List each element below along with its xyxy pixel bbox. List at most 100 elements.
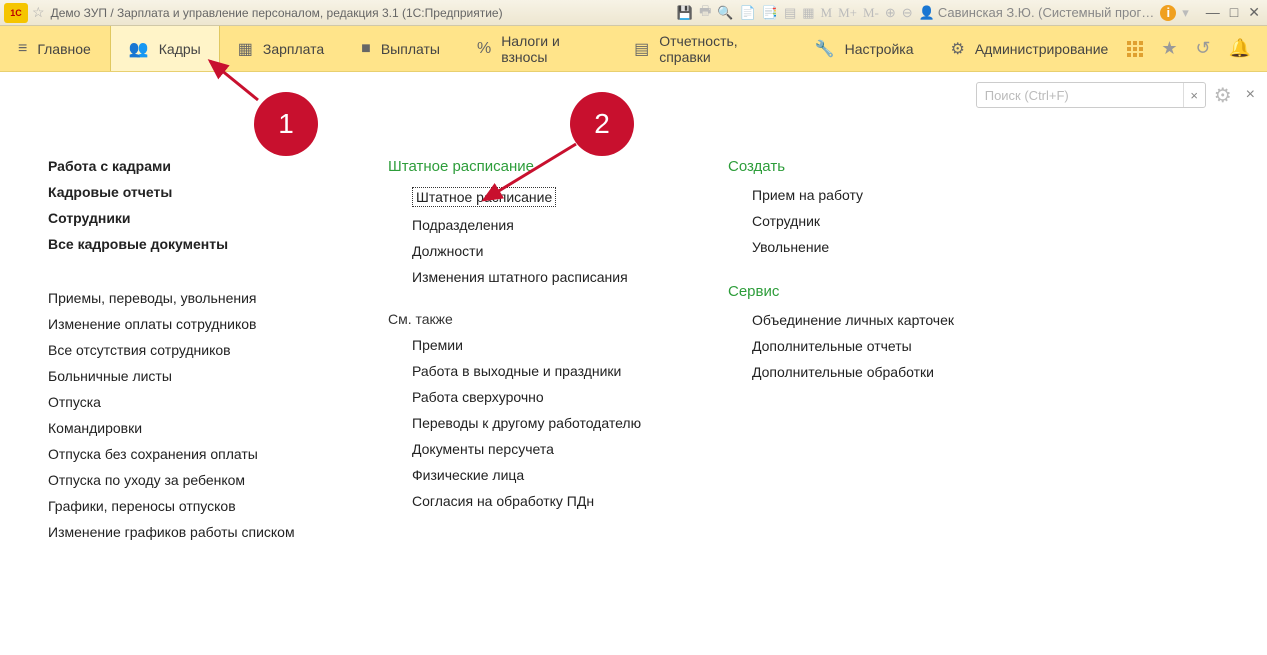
search-box[interactable]: × [976, 82, 1206, 108]
report-icon: ▤ [634, 39, 649, 59]
link-rabota-sverkhurochno[interactable]: Работа сверхурочно [412, 389, 648, 405]
link-priem-na-rabotu[interactable]: Прием на работу [752, 187, 1008, 203]
wrench-icon: 🔧 [815, 39, 835, 59]
menu-label: Выплаты [381, 41, 440, 57]
people-icon: 👥 [129, 39, 149, 59]
section-head-servis: Сервис [728, 283, 1008, 300]
m-plus-icon[interactable]: M+ [838, 5, 857, 21]
copy-icon[interactable]: 📄 [740, 5, 756, 21]
menu-label: Администрирование [975, 41, 1109, 57]
star-icon[interactable]: ★ [1161, 38, 1177, 59]
link-shtatnoe-raspisanie[interactable]: Штатное расписание [412, 187, 648, 207]
panel-close-button[interactable]: × [1246, 86, 1255, 104]
menu-main[interactable]: ≡ Главное [0, 26, 110, 71]
link-otpuska[interactable]: Отпуска [48, 394, 308, 410]
menu-nalogi[interactable]: % Налоги и взносы [459, 26, 616, 71]
preview-icon[interactable]: 🔍 [717, 5, 733, 21]
link-priemy-perevody[interactable]: Приемы, переводы, увольнения [48, 290, 308, 306]
dropdown-icon[interactable]: ▾ [1182, 5, 1189, 21]
link-rabota-s-kadrami[interactable]: Работа с кадрами [48, 158, 308, 174]
user-icon: 👤 [919, 5, 935, 21]
m-icon[interactable]: M [821, 5, 833, 21]
column-kadry-links: Работа с кадрами Кадровые отчеты Сотрудн… [48, 158, 308, 550]
link-soglasiya-pdn[interactable]: Согласия на обработку ПДн [412, 493, 648, 509]
link-dop-obrabotki[interactable]: Дополнительные обработки [752, 364, 1008, 380]
print-icon[interactable]: 🖶 [699, 2, 711, 24]
link-dop-otchety[interactable]: Дополнительные отчеты [752, 338, 1008, 354]
zoom-in-icon[interactable]: ⊕ [885, 5, 896, 21]
info-icon[interactable]: i [1160, 5, 1176, 21]
annotation-callout-2: 2 [570, 92, 634, 156]
link-izmenenie-grafikov[interactable]: Изменение графиков работы списком [48, 524, 308, 540]
link-dokumenty-persucheta[interactable]: Документы персучета [412, 441, 648, 457]
menu-label: Кадры [159, 41, 201, 57]
link-otpuska-bez-oplaty[interactable]: Отпуска без сохранения оплаты [48, 446, 308, 462]
maximize-button[interactable]: □ [1227, 4, 1241, 21]
link-任何-podrazdeleniya[interactable]: Подразделения [412, 217, 648, 233]
menu-otchetnost[interactable]: ▤ Отчетность, справки [616, 26, 797, 71]
link-dolzhnosti[interactable]: Должности [412, 243, 648, 259]
menu-kadry[interactable]: 👥 Кадры [110, 26, 220, 71]
link-vse-kadrovye-dokumenty[interactable]: Все кадровые документы [48, 236, 308, 252]
menu-admin[interactable]: ⚙ Администрирование [933, 26, 1128, 71]
link-premii[interactable]: Премии [412, 337, 648, 353]
search-row: × ⚙ × [0, 72, 1267, 108]
menu-vyplaty[interactable]: ■ Выплаты [343, 26, 459, 71]
user-name-label: Савинская З.Ю. (Системный прог… [938, 5, 1154, 20]
section-head-shtatnoe: Штатное расписание [388, 158, 648, 175]
menu-label: Настройка [845, 41, 914, 57]
settings-gear-icon[interactable]: ⚙ [1214, 83, 1232, 108]
search-clear-button[interactable]: × [1183, 83, 1205, 107]
section-head-sm-takzhe: См. также [388, 311, 648, 327]
menu-label: Отчетность, справки [659, 33, 777, 65]
save-icon[interactable]: 💾 [677, 5, 693, 21]
bell-icon[interactable]: 🔔 [1229, 38, 1251, 59]
history-icon[interactable]: ↺ [1195, 38, 1210, 59]
link-rabota-vyhodnye[interactable]: Работа в выходные и праздники [412, 363, 648, 379]
main-menu: ≡ Главное 👥 Кадры ▦ Зарплата ■ Выплаты %… [0, 26, 1267, 72]
titlebar: 1C ☆ Демо ЗУП / Зарплата и управление пе… [0, 0, 1267, 26]
gear-icon: ⚙ [951, 39, 965, 59]
menu-label: Зарплата [263, 41, 324, 57]
link-komandirovki[interactable]: Командировки [48, 420, 308, 436]
annotation-callout-1: 1 [254, 92, 318, 156]
link-grafiki-perenosy[interactable]: Графики, переносы отпусков [48, 498, 308, 514]
calculator-icon[interactable]: ▦ [802, 5, 814, 21]
compare-icon[interactable]: 📑 [762, 5, 778, 21]
logo-1c: 1C [4, 3, 28, 23]
link-kadrovye-otchety[interactable]: Кадровые отчеты [48, 184, 308, 200]
link-bolnichnye[interactable]: Больничные листы [48, 368, 308, 384]
menu-nastroyka[interactable]: 🔧 Настройка [797, 26, 933, 71]
calendar-icon[interactable]: ▤ [784, 5, 796, 21]
column-sozdat-servis: Создать Прием на работу Сотрудник Увольн… [728, 158, 1008, 550]
link-shtatnoe-raspisanie-label: Штатное расписание [412, 187, 556, 207]
percent-icon: % [477, 40, 491, 58]
wallet-icon: ■ [361, 40, 371, 58]
link-izmeneniya-shtatnogo[interactable]: Изменения штатного расписания [412, 269, 648, 285]
search-input[interactable] [977, 88, 1183, 103]
favorite-star-icon[interactable]: ☆ [32, 4, 45, 21]
window-title: Демо ЗУП / Зарплата и управление персона… [51, 6, 503, 20]
link-otpuska-po-uhodu[interactable]: Отпуска по уходу за ребенком [48, 472, 308, 488]
minimize-button[interactable]: — [1203, 4, 1223, 21]
m-minus-icon[interactable]: M- [863, 5, 879, 21]
link-izmenenie-oplaty[interactable]: Изменение оплаты сотрудников [48, 316, 308, 332]
link-perevody-rabotodatelyu[interactable]: Переводы к другому работодателю [412, 415, 648, 431]
content-area: Работа с кадрами Кадровые отчеты Сотрудн… [0, 108, 1267, 550]
link-uvolnenie[interactable]: Увольнение [752, 239, 1008, 255]
menubar-right-icons: ★ ↺ 🔔 [1127, 26, 1267, 71]
link-vse-otsutstviya[interactable]: Все отсутствия сотрудников [48, 342, 308, 358]
zoom-out-icon[interactable]: ⊖ [902, 5, 913, 21]
close-button[interactable]: ✕ [1245, 4, 1263, 21]
current-user[interactable]: 👤 Савинская З.Ю. (Системный прог… [919, 5, 1155, 21]
link-sotrudniki[interactable]: Сотрудники [48, 210, 308, 226]
menu-zarplata[interactable]: ▦ Зарплата [220, 26, 343, 71]
link-fizicheskie-lica[interactable]: Физические лица [412, 467, 648, 483]
section-head-sozdat: Создать [728, 158, 1008, 175]
link-obedinenie-kartochek[interactable]: Объединение личных карточек [752, 312, 1008, 328]
column-shtatnoe: Штатное расписание Штатное расписание По… [388, 158, 648, 550]
menu-lines-icon: ≡ [18, 40, 27, 58]
menu-label: Налоги и взносы [501, 33, 597, 65]
apps-grid-icon[interactable] [1127, 41, 1143, 57]
link-sotrudnik-create[interactable]: Сотрудник [752, 213, 1008, 229]
